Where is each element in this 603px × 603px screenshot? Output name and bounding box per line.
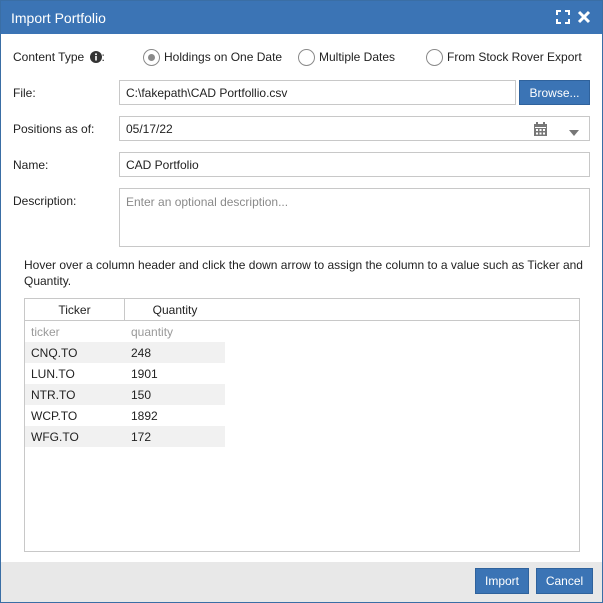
table-cell: ticker [31, 325, 60, 339]
table-cell: quantity [131, 325, 174, 339]
dialog-title: Import Portfolio [11, 10, 106, 26]
radio-holdings-one-date[interactable]: Holdings on One Date [143, 47, 282, 67]
close-icon[interactable] [575, 8, 593, 26]
positions-date-field[interactable]: 05/17/22 [119, 116, 590, 141]
table-row: CNQ.TO 248 [25, 342, 225, 363]
radio-stock-rover-export[interactable]: From Stock Rover Export [426, 47, 582, 67]
colon: : [101, 50, 105, 64]
title-bar: Import Portfolio [1, 1, 602, 34]
chevron-down-icon[interactable] [568, 126, 580, 140]
radio-button-checked[interactable] [143, 48, 160, 66]
name-value: CAD Portfolio [126, 157, 199, 172]
file-path-value: C:\fakepath\CAD Portfollio.csv [126, 85, 288, 100]
table-row: ticker quantity [25, 321, 225, 342]
description-field[interactable]: Enter an optional description... [119, 188, 590, 247]
radio-button[interactable] [426, 48, 443, 66]
table-cell: NTR.TO [31, 388, 76, 402]
info-icon[interactable] [89, 51, 102, 66]
table-cell: 172 [131, 430, 152, 444]
name-label: Name: [13, 158, 49, 172]
radio-button[interactable] [298, 48, 315, 66]
table-cell: LUN.TO [31, 367, 75, 381]
import-button[interactable]: Import [475, 568, 529, 594]
dialog-footer: Import Cancel [1, 562, 602, 602]
file-label: File: [13, 86, 36, 100]
cancel-button[interactable]: Cancel [536, 568, 593, 594]
maximize-icon[interactable] [554, 8, 572, 26]
table-cell: 248 [131, 346, 152, 360]
file-path-field[interactable]: C:\fakepath\CAD Portfollio.csv [119, 80, 516, 105]
table-cell: 1901 [131, 367, 158, 381]
content-type-label-text: Content Type [13, 50, 85, 64]
import-portfolio-dialog: Import Portfolio Content Type : Holdings… [0, 0, 603, 603]
table-row: WCP.TO 1892 [25, 405, 225, 426]
table-cell: WFG.TO [31, 430, 79, 444]
description-placeholder: Enter an optional description... [126, 195, 289, 209]
table-cell: CNQ.TO [31, 346, 78, 360]
positions-as-of-label: Positions as of: [13, 122, 95, 136]
grid-header: Ticker Quantity [25, 299, 579, 321]
radio-label: From Stock Rover Export [447, 50, 582, 64]
table-row: LUN.TO 1901 [25, 363, 225, 384]
description-label: Description: [13, 194, 77, 208]
column-header-ticker[interactable]: Ticker [25, 299, 125, 320]
radio-label: Multiple Dates [319, 50, 396, 64]
table-cell: 1892 [131, 409, 158, 423]
column-header-quantity[interactable]: Quantity [125, 299, 225, 320]
column-assign-hint: Hover over a column header and click the… [24, 258, 583, 288]
radio-label: Holdings on One Date [164, 50, 283, 64]
preview-grid: Ticker Quantity ticker quantity CNQ.TO 2… [24, 298, 580, 552]
table-cell: 150 [131, 388, 152, 402]
radio-multiple-dates[interactable]: Multiple Dates [298, 47, 395, 67]
content-type-label: Content Type : [13, 50, 105, 66]
table-cell: WCP.TO [31, 409, 78, 423]
positions-date-value: 05/17/22 [126, 121, 173, 136]
name-field[interactable]: CAD Portfolio [119, 152, 590, 177]
table-row: WFG.TO 172 [25, 426, 225, 447]
table-row: NTR.TO 150 [25, 384, 225, 405]
calendar-icon[interactable] [533, 122, 548, 140]
browse-button[interactable]: Browse... [519, 80, 590, 105]
